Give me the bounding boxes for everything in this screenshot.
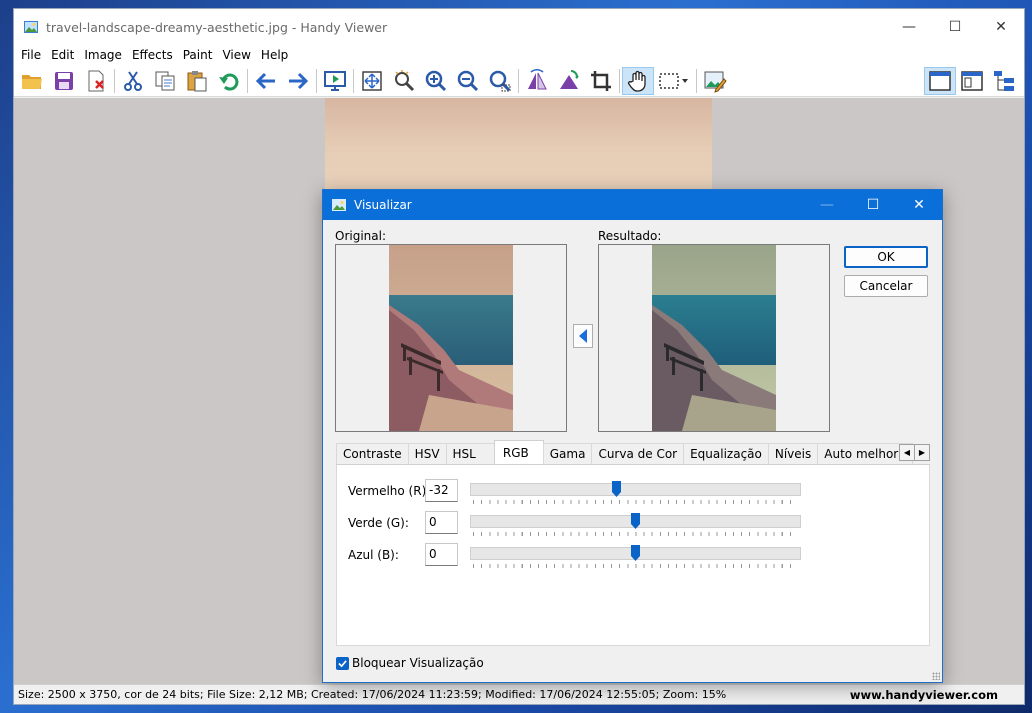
checkmark-icon <box>336 656 349 670</box>
red-input[interactable]: -32 <box>425 479 458 502</box>
close-button[interactable]: ✕ <box>978 9 1024 45</box>
flip-icon[interactable] <box>521 67 553 95</box>
menu-image[interactable]: Image <box>79 48 127 62</box>
resize-grip[interactable] <box>932 672 940 680</box>
app-icon <box>24 21 38 33</box>
original-label: Original: <box>335 229 386 243</box>
tab-curva-de-cor[interactable]: Curva de Cor <box>591 443 685 464</box>
back-arrow-icon[interactable] <box>250 67 282 95</box>
green-slider[interactable] <box>470 513 801 536</box>
copy-icon[interactable] <box>149 67 181 95</box>
red-slider-thumb[interactable] <box>611 481 621 497</box>
paste-icon[interactable] <box>181 67 213 95</box>
tab-equalizacao[interactable]: Equalização <box>683 443 769 464</box>
title-bar: travel-landscape-dreamy-aesthetic.jpg - … <box>14 9 1024 45</box>
window-icon[interactable] <box>956 67 988 95</box>
toolbar <box>14 65 1024 97</box>
save-icon[interactable] <box>48 67 80 95</box>
window-title: travel-landscape-dreamy-aesthetic.jpg - … <box>46 19 388 35</box>
toolbar-separator <box>619 68 620 93</box>
dialog-app-icon <box>332 199 346 211</box>
layout-icon[interactable] <box>924 67 956 95</box>
tab-hsv[interactable]: HSV <box>407 443 447 464</box>
auto-zoom-icon[interactable] <box>388 67 420 95</box>
fit-icon[interactable] <box>356 67 388 95</box>
rotate-icon[interactable] <box>553 67 585 95</box>
zoom-out-icon[interactable] <box>452 67 484 95</box>
crop-icon[interactable] <box>585 67 617 95</box>
website-link[interactable]: www.handyviewer.com <box>850 688 998 702</box>
menu-edit[interactable]: Edit <box>46 48 79 62</box>
canvas-image <box>325 98 712 198</box>
blue-slider-thumb[interactable] <box>631 545 640 561</box>
minimize-button[interactable]: — <box>886 9 932 45</box>
dialog-close-button[interactable]: ✕ <box>896 190 942 220</box>
cancel-button[interactable]: Cancelar <box>844 275 928 297</box>
undo-icon[interactable] <box>213 67 245 95</box>
tab-hsl[interactable]: HSL <box>445 443 495 464</box>
tab-scroll-left-icon[interactable]: ◀ <box>899 444 915 461</box>
triangle-left-icon <box>579 329 587 343</box>
blue-label: Azul (B): <box>348 548 399 562</box>
dialog-title-bar: Visualizar — ☐ ✕ <box>323 190 942 220</box>
status-info: Size: 2500 x 3750, cor de 24 bits; File … <box>18 688 727 701</box>
status-bar: Size: 2500 x 3750, cor de 24 bits; File … <box>14 684 1024 704</box>
tree-icon[interactable] <box>988 67 1020 95</box>
delete-icon[interactable] <box>80 67 112 95</box>
menu-effects[interactable]: Effects <box>127 48 178 62</box>
forward-arrow-icon[interactable] <box>282 67 314 95</box>
tab-scroll-right-icon[interactable]: ▶ <box>914 444 930 461</box>
copy-settings-button[interactable] <box>573 324 593 348</box>
toolbar-separator <box>247 68 248 93</box>
menu-help[interactable]: Help <box>256 48 293 62</box>
ok-button[interactable]: OK <box>844 246 928 268</box>
blue-slider[interactable] <box>470 545 801 568</box>
visualizar-dialog: Visualizar — ☐ ✕ Original: Resultado: OK… <box>322 189 943 683</box>
adjustment-tabs: Contraste HSV HSL RGB Gama Curva de Cor … <box>336 440 930 465</box>
slideshow-icon[interactable] <box>319 67 351 95</box>
select-rect-icon[interactable] <box>654 67 694 95</box>
original-preview <box>335 244 567 432</box>
result-photo <box>652 245 776 431</box>
toolbar-separator <box>316 68 317 93</box>
green-label: Verde (G): <box>348 516 409 530</box>
result-preview <box>598 244 830 432</box>
tab-niveis[interactable]: Níveis <box>767 443 819 464</box>
green-input[interactable]: 0 <box>425 511 458 534</box>
cut-icon[interactable] <box>117 67 149 95</box>
hand-icon[interactable] <box>622 66 654 95</box>
lock-preview-checkbox[interactable]: Bloquear Visualização <box>336 656 484 670</box>
edit-image-icon[interactable] <box>699 67 731 95</box>
lock-preview-label: Bloquear Visualização <box>352 656 484 670</box>
menu-paint[interactable]: Paint <box>178 48 218 62</box>
blue-input[interactable]: 0 <box>425 543 458 566</box>
toolbar-separator <box>353 68 354 93</box>
red-slider[interactable] <box>470 481 801 504</box>
tab-contraste[interactable]: Contraste <box>336 443 409 464</box>
zoom-in-icon[interactable] <box>420 67 452 95</box>
original-photo <box>389 245 513 431</box>
green-slider-thumb[interactable] <box>631 513 640 529</box>
rgb-panel: Vermelho (R): -32 Verde (G): 0 Azul (B):… <box>336 465 930 646</box>
toolbar-separator <box>114 68 115 93</box>
maximize-button[interactable]: ☐ <box>932 9 978 45</box>
dialog-minimize-button: — <box>820 197 834 213</box>
red-label: Vermelho (R): <box>348 484 431 498</box>
open-folder-icon[interactable] <box>16 67 48 95</box>
toolbar-separator <box>518 68 519 93</box>
menu-bar: File Edit Image Effects Paint View Help <box>14 45 1024 65</box>
dialog-title: Visualizar <box>354 198 412 212</box>
toolbar-separator <box>696 68 697 93</box>
menu-file[interactable]: File <box>16 48 46 62</box>
zoom-actual-icon[interactable] <box>484 67 516 95</box>
result-label: Resultado: <box>598 229 662 243</box>
tab-rgb[interactable]: RGB <box>493 440 544 464</box>
dialog-maximize-button[interactable]: ☐ <box>850 190 896 220</box>
menu-view[interactable]: View <box>217 48 255 62</box>
tab-gama[interactable]: Gama <box>542 443 593 464</box>
